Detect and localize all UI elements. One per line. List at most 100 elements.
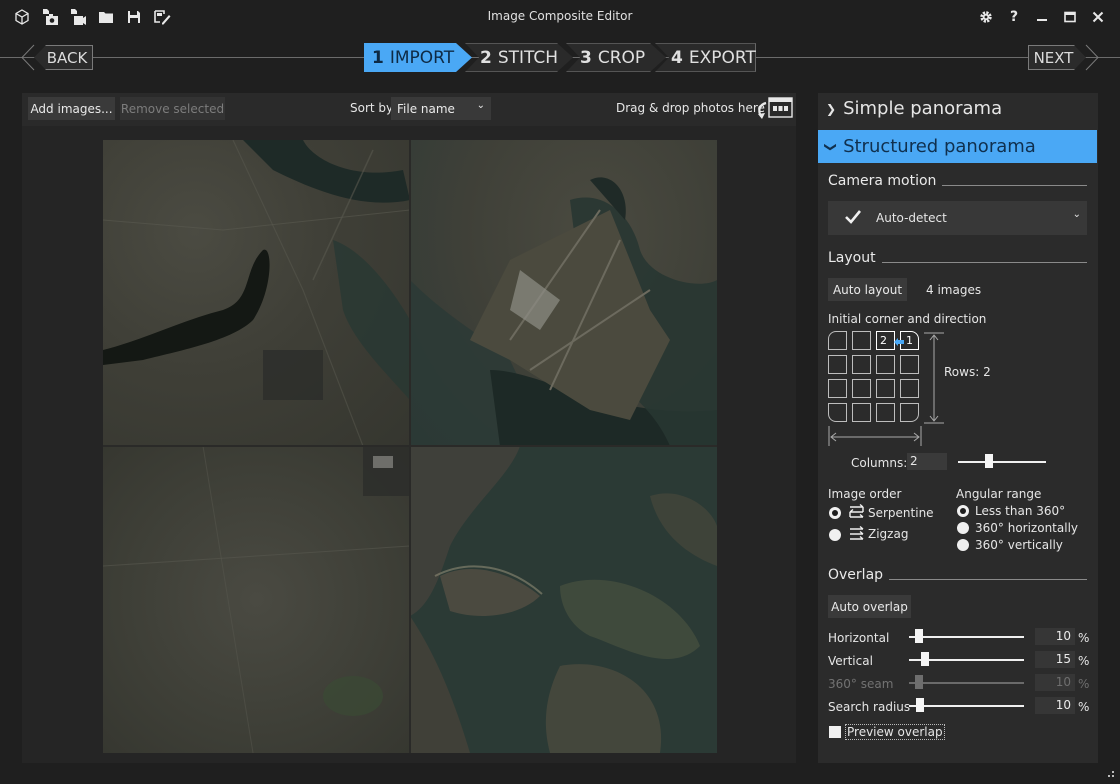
add-images-button[interactable]: Add images...	[28, 97, 115, 120]
step-label: EXPORT	[688, 47, 756, 68]
close-icon[interactable]	[1089, 8, 1107, 26]
360-horizontal-label: 360° horizontally	[975, 521, 1079, 535]
grid-cell[interactable]	[852, 403, 871, 422]
columns-input[interactable]: 2	[907, 453, 947, 470]
image-tile[interactable]	[103, 445, 411, 753]
camera-motion-select[interactable]: Auto-detect ⌄	[828, 201, 1087, 235]
image-tile[interactable]	[103, 140, 411, 447]
settings-icon[interactable]	[977, 8, 995, 26]
step-number: 1	[372, 47, 384, 68]
image-order-heading: Image order	[828, 487, 902, 501]
vertical-overlap-input[interactable]: 15	[1035, 651, 1075, 668]
grid-cell[interactable]	[876, 355, 895, 374]
grid-cell[interactable]	[876, 379, 895, 398]
direction-arrow-icon	[893, 336, 905, 350]
seam-overlap-track	[909, 682, 1024, 684]
grid-cell[interactable]	[852, 331, 871, 350]
chevron-right-icon: ❯	[826, 101, 837, 116]
image-tile[interactable]	[410, 140, 717, 446]
auto-overlap-button[interactable]: Auto overlap	[828, 595, 911, 618]
percent-unit: %	[1078, 677, 1090, 691]
auto-layout-button[interactable]: Auto layout	[828, 278, 907, 301]
grid-cell[interactable]	[876, 403, 895, 422]
360-vertical-radio[interactable]	[957, 539, 969, 551]
serpentine-icon	[848, 503, 866, 524]
rows-value: 2	[983, 365, 991, 379]
next-button[interactable]: NEXT	[1028, 45, 1086, 70]
step-number: 2	[480, 47, 492, 68]
step-stitch[interactable]: 2 STITCH	[465, 43, 573, 72]
search-radius-label: Search radius	[828, 700, 911, 714]
grid-cell[interactable]	[900, 355, 919, 374]
initial-corner-label: Initial corner and direction	[828, 312, 987, 326]
rows-label-text: Rows:	[944, 365, 980, 379]
divider	[881, 261, 1087, 263]
grid-cell[interactable]	[828, 379, 847, 398]
tile-seam	[409, 140, 411, 753]
simple-panorama-label: Simple panorama	[843, 98, 1003, 119]
step-import[interactable]: 1 IMPORT	[364, 43, 472, 72]
zigzag-radio[interactable]	[829, 529, 841, 541]
structured-panorama-header[interactable]: ❯ Structured panorama	[818, 130, 1097, 163]
less-than-360-radio[interactable]	[957, 505, 969, 517]
360-horizontal-radio[interactable]	[957, 522, 969, 534]
resize-grip-icon[interactable]	[1106, 769, 1116, 783]
help-icon[interactable]: ?	[1005, 8, 1023, 26]
horizontal-overlap-thumb[interactable]	[915, 629, 923, 643]
seam-overlap-input: 10	[1035, 674, 1075, 691]
back-label: BACK	[46, 48, 88, 67]
serpentine-label: Serpentine	[868, 506, 934, 520]
image-mosaic	[103, 140, 717, 753]
sort-by-label: Sort by	[350, 101, 394, 115]
drop-hint: Drag & drop photos here	[616, 101, 765, 115]
grid-cell[interactable]	[900, 403, 919, 422]
less-than-360-label: Less than 360°	[975, 504, 1066, 518]
chevron-down-icon: ⌄	[1072, 209, 1081, 220]
simple-panorama-header[interactable]: ❯ Simple panorama	[818, 92, 1097, 125]
camera-motion-value: Auto-detect	[876, 211, 947, 225]
step-label: STITCH	[497, 47, 559, 68]
sort-by-select[interactable]: File name ⌄	[391, 97, 491, 120]
percent-unit: %	[1078, 654, 1090, 668]
remove-selected-button[interactable]: Remove selected	[120, 97, 225, 120]
seam-overlap-label: 360° seam	[828, 677, 894, 691]
back-button[interactable]: BACK	[34, 45, 93, 70]
horizontal-overlap-track[interactable]	[909, 636, 1024, 638]
grid-cell[interactable]	[852, 379, 871, 398]
maximize-icon[interactable]	[1061, 8, 1079, 26]
columns-slider-thumb[interactable]	[984, 454, 993, 468]
grid-cell[interactable]	[900, 379, 919, 398]
grid-cell[interactable]	[852, 355, 871, 374]
search-radius-track[interactable]	[909, 705, 1024, 707]
angular-range-heading: Angular range	[956, 487, 1042, 501]
preview-overlap-checkbox[interactable]	[829, 726, 841, 738]
step-label: CROP	[597, 47, 646, 68]
serpentine-radio[interactable]	[829, 507, 841, 519]
layout-heading: Layout	[828, 250, 1087, 266]
step-crop[interactable]: 3 CROP	[566, 43, 666, 72]
vertical-overlap-thumb[interactable]	[921, 652, 929, 666]
360-vertical-label: 360° vertically	[975, 538, 1063, 552]
search-radius-input[interactable]: 10	[1035, 697, 1075, 714]
seam-overlap-thumb	[915, 675, 923, 689]
grid-cell[interactable]	[828, 403, 847, 422]
grid-cell[interactable]	[828, 355, 847, 374]
camera-motion-heading: Camera motion	[828, 173, 1087, 189]
heading-text: Overlap	[828, 567, 884, 583]
corner-direction-grid[interactable]: 21	[828, 331, 922, 423]
columns-slider-track[interactable]	[958, 461, 1046, 463]
search-radius-thumb[interactable]	[916, 698, 924, 712]
image-tile[interactable]	[410, 446, 717, 753]
drag-drop-icon	[754, 97, 794, 124]
step-export[interactable]: 4 EXPORT	[655, 43, 756, 72]
next-label: NEXT	[1033, 48, 1074, 67]
grid-cell[interactable]	[828, 331, 847, 350]
preview-overlap-label[interactable]: Preview overlap	[845, 724, 945, 740]
step-number: 4	[671, 47, 683, 68]
percent-unit: %	[1078, 700, 1090, 714]
vertical-overlap-label: Vertical	[828, 654, 873, 668]
heading-text: Camera motion	[828, 173, 937, 189]
minimize-icon[interactable]	[1033, 8, 1051, 26]
horizontal-overlap-input[interactable]: 10	[1035, 628, 1075, 645]
checkmark-icon	[844, 209, 862, 228]
